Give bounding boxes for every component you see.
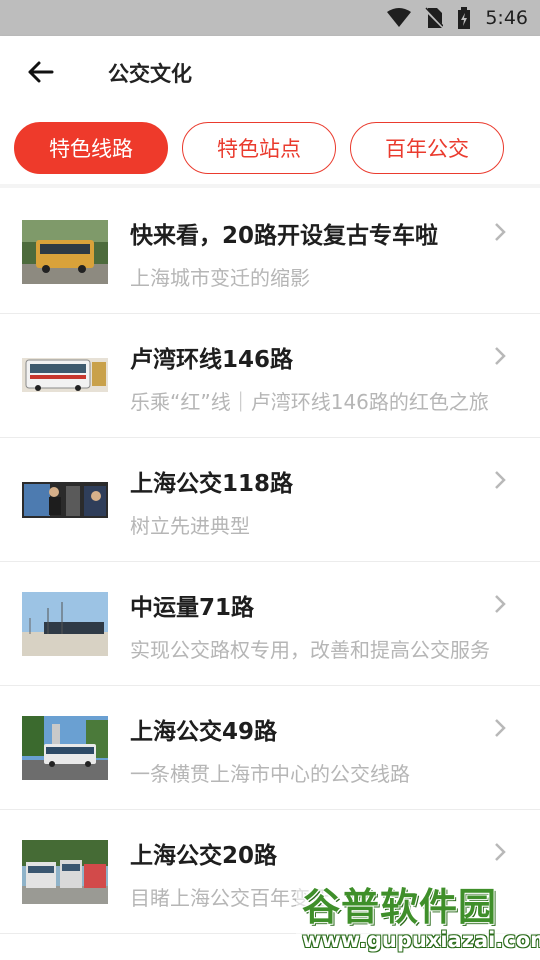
route-list: 快来看，20路开设复古专车啦 上海城市变迁的缩影 卢湾环线146路 乐乘“红”线… [0,190,540,934]
tab-featured-routes[interactable]: 特色线路 [14,122,168,174]
battery-icon [458,7,471,29]
page-title: 公交文化 [108,62,192,86]
item-title: 中运量71路 [130,595,255,621]
item-subtitle: 一条横贯上海市中心的公交线路 [130,762,410,786]
chevron-right-icon [495,347,506,365]
thumbnail-image [22,468,108,532]
tab-century-bus[interactable]: 百年公交 [350,122,504,174]
watermark-logo-text: 谷普软件园 [302,885,498,929]
item-title: 上海公交118路 [130,471,294,497]
tab-featured-stations[interactable]: 特色站点 [182,122,336,174]
chevron-right-icon [495,843,506,861]
wifi-icon [387,8,412,27]
status-bar: 5:46 [0,0,540,36]
thumbnail-image [22,592,108,656]
item-title: 卢湾环线146路 [130,347,294,373]
thumbnail-image [22,220,108,284]
back-button[interactable] [24,56,56,88]
status-time: 5:46 [485,7,528,29]
chevron-right-icon [495,223,506,241]
item-subtitle: 乐乘“红”线｜卢湾环线146路的红色之旅 [130,390,489,414]
item-title: 快来看，20路开设复古专车啦 [130,223,439,249]
list-item[interactable]: 中运量71路 实现公交路权专用，改善和提高公交服务 [0,562,540,686]
list-item[interactable]: 上海公交49路 一条横贯上海市中心的公交线路 [0,686,540,810]
category-tabs: 特色线路 特色站点 百年公交 [0,106,540,188]
item-subtitle: 树立先进典型 [130,514,250,538]
app-bar: 公交文化 [0,36,540,106]
item-title: 上海公交49路 [130,719,278,745]
watermark-url: www.gupuxiazai.com [302,928,540,952]
no-sim-icon [425,7,444,29]
item-title: 上海公交20路 [130,843,278,869]
item-subtitle: 上海城市变迁的缩影 [130,266,310,290]
thumbnail-image [22,344,108,408]
chevron-right-icon [495,719,506,737]
item-subtitle: 实现公交路权专用，改善和提高公交服务 [130,638,490,662]
chevron-right-icon [495,471,506,489]
watermark: 谷普软件园 www.gupuxiazai.com [296,874,540,960]
thumbnail-image [22,840,108,904]
list-item[interactable]: 快来看，20路开设复古专车啦 上海城市变迁的缩影 [0,190,540,314]
arrow-left-icon [28,61,54,83]
list-item[interactable]: 上海公交118路 树立先进典型 [0,438,540,562]
list-item[interactable]: 卢湾环线146路 乐乘“红”线｜卢湾环线146路的红色之旅 [0,314,540,438]
thumbnail-image [22,716,108,780]
chevron-right-icon [495,595,506,613]
